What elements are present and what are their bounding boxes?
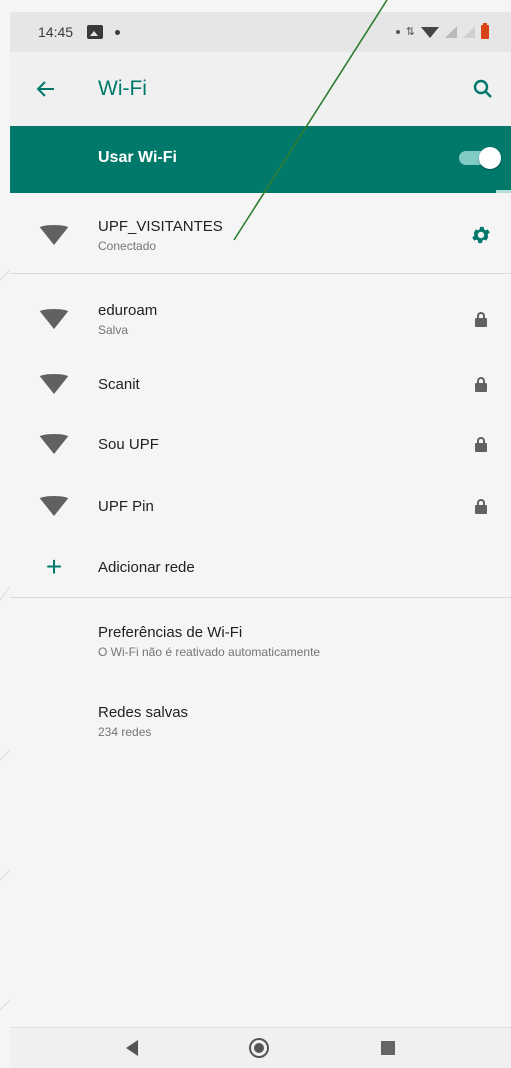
nav-recents-icon[interactable] (381, 1041, 396, 1055)
arrow-back-icon (36, 81, 54, 97)
wifi-signal-icon (38, 434, 70, 454)
lock-icon (475, 311, 487, 327)
battery-icon (481, 23, 489, 39)
image-notification-icon (87, 25, 104, 39)
network-row-upf-pin[interactable]: UPF Pin (10, 476, 511, 536)
gear-icon (472, 226, 490, 244)
network-name: Scanit (98, 375, 140, 393)
wifi-signal-icon (38, 374, 70, 394)
network-name: Sou UPF (98, 435, 159, 453)
network-row-eduroam[interactable]: eduroam Salva (10, 284, 511, 354)
lock-icon (475, 376, 487, 392)
signal-icon (445, 26, 457, 38)
wifi-signal-icon (38, 309, 70, 329)
add-network-row[interactable]: + Adicionar rede (10, 538, 511, 596)
network-row-scanit[interactable]: Scanit (10, 354, 511, 414)
scan-progress-fill (10, 190, 496, 193)
toggle-thumb (479, 147, 501, 169)
use-wifi-label: Usar Wi-Fi (98, 149, 177, 166)
search-button[interactable] (455, 52, 511, 126)
network-settings-button[interactable] (451, 224, 511, 246)
notification-dot-icon (115, 29, 121, 35)
status-icons: ⇅ (395, 23, 489, 39)
wifi-signal-icon (38, 225, 70, 245)
network-name: UPF_VISITANTES (98, 217, 223, 235)
page-title: Wi-Fi (98, 77, 147, 100)
scan-progress-bar (10, 190, 511, 193)
add-network-label: Adicionar rede (98, 558, 195, 576)
preferences-subtitle: O Wi-Fi não é reativado automaticamente (98, 644, 321, 659)
status-bar: 14:45 ⇅ (10, 12, 511, 52)
system-navigation-bar (10, 1027, 511, 1068)
add-icon: + (45, 551, 63, 582)
signal-secondary-icon (463, 26, 475, 38)
lock-icon (475, 498, 487, 514)
preferences-title: Preferências de Wi-Fi (98, 623, 243, 641)
connected-network-row[interactable]: UPF_VISITANTES Conectado (10, 200, 511, 270)
wifi-signal-icon (38, 496, 70, 516)
lock-icon (475, 436, 487, 452)
divider (10, 273, 511, 274)
network-name: eduroam (98, 301, 158, 319)
wifi-preferences-row[interactable]: Preferências de Wi-Fi O Wi-Fi não é reat… (10, 608, 511, 674)
nav-back-icon[interactable] (125, 1040, 138, 1056)
data-arrows-icon: ⇅ (405, 25, 415, 38)
nav-home-icon[interactable] (249, 1038, 270, 1058)
use-wifi-switch-row[interactable]: Usar Wi-Fi (10, 126, 511, 190)
saved-networks-title: Redes salvas (98, 703, 189, 721)
network-status: Conectado (98, 238, 157, 253)
divider (10, 597, 511, 598)
saved-networks-subtitle: 234 redes (98, 724, 152, 739)
search-icon (473, 79, 492, 98)
network-row-sou-upf[interactable]: Sou UPF (10, 414, 511, 474)
network-status: Salva (98, 322, 129, 337)
wifi-status-icon (421, 26, 439, 38)
app-bar: Wi-Fi (10, 52, 511, 126)
saved-networks-row[interactable]: Redes salvas 234 redes (10, 688, 511, 754)
status-time: 14:45 (38, 24, 74, 40)
network-name: UPF Pin (98, 497, 154, 515)
use-wifi-toggle[interactable] (459, 147, 501, 169)
back-button[interactable] (10, 52, 82, 126)
notification-dot-icon (395, 30, 400, 34)
wifi-settings-screen: 14:45 ⇅ Wi-Fi Usar Wi-Fi UPF_VISITANTES … (10, 0, 511, 1068)
